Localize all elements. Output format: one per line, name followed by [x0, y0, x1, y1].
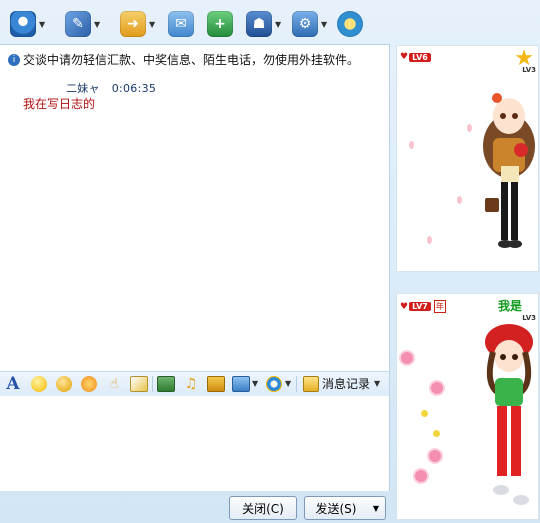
chevron-down-icon[interactable]: ▼ — [39, 20, 45, 29]
petal — [409, 141, 414, 149]
create-group-button[interactable]: + — [207, 9, 233, 39]
chevron-down-icon[interactable]: ▼ — [252, 379, 258, 388]
divider — [296, 376, 297, 392]
chevron-down-icon[interactable]: ▼ — [374, 379, 380, 388]
chevron-down-icon[interactable]: ▼ — [149, 20, 155, 29]
picture-icon — [157, 376, 175, 392]
send-file-icon: ➜ — [120, 11, 146, 37]
info-icon: i — [8, 53, 20, 66]
message-time: 0:06:35 — [111, 82, 157, 95]
doodle-icon — [81, 376, 97, 392]
webcam-icon — [10, 11, 36, 37]
divider — [152, 376, 153, 392]
screenshot-button[interactable] — [232, 375, 250, 393]
chevron-down-icon[interactable]: ▼ — [275, 20, 281, 29]
dot-decoration — [421, 410, 428, 417]
gift-icon — [207, 376, 225, 392]
scribble-button[interactable] — [130, 375, 148, 393]
contact-avatar-panel[interactable]: ♥ LV6 ★ LV3 — [396, 45, 539, 272]
font-button[interactable]: A — [4, 374, 22, 394]
message-header: 二妹ャ 0:06:35 — [66, 80, 156, 96]
action-bar: 关闭(C) 发送(S) ▼ — [0, 492, 390, 523]
music-button[interactable]: ♫ — [182, 375, 200, 393]
remote-assist-button[interactable] — [337, 9, 363, 39]
self-avatar-panel[interactable]: ♥ LV7 年 我是 LV3 — [396, 293, 539, 520]
flower-decoration — [431, 382, 443, 394]
petal — [457, 196, 462, 204]
chevron-down-icon[interactable]: ▼ — [285, 379, 291, 388]
chevron-down-icon[interactable]: ▼ — [321, 20, 327, 29]
flower-decoration — [401, 352, 413, 364]
history-label: 消息记录 — [322, 377, 371, 391]
avatar-figure — [483, 93, 535, 248]
send-button[interactable]: 发送(S) — [304, 496, 368, 520]
message-sender: 二妹ャ — [66, 82, 100, 95]
create-group-icon: + — [207, 11, 233, 37]
dot-decoration — [433, 430, 440, 437]
notice-text: 交谈中请勿轻信汇款、中奖信息、陌生电话，勿使用外挂软件。 — [23, 53, 360, 67]
webcam-button[interactable]: ▼ — [10, 9, 45, 39]
doodle-button[interactable] — [80, 375, 98, 393]
format-toolbar: A ☝ ♫ ▼ ▼ 消息记录 ▼ — [0, 371, 390, 396]
chat-history-area[interactable]: i 交谈中请勿轻信汇款、中奖信息、陌生电话，勿使用外挂软件。 二妹ャ 0:06:… — [0, 44, 390, 371]
gift-button[interactable] — [207, 375, 225, 393]
top-toolbar: ▼ ✎ ▼ ➜ ▼ ✉ + ☗ ▼ ⚙ ▼ — [0, 0, 390, 44]
send-file-button[interactable]: ➜ ▼ — [120, 9, 155, 39]
font-icon: A — [6, 374, 20, 394]
chevron-down-icon[interactable]: ▼ — [94, 20, 100, 29]
shake-button[interactable]: ☝ — [105, 375, 123, 393]
chevron-down-icon: ▼ — [372, 503, 380, 513]
image-button[interactable] — [157, 375, 175, 393]
chat-window: ▼ ✎ ▼ ➜ ▼ ✉ + ☗ ▼ ⚙ ▼ i 交谈中请勿轻信汇款、中奖信息、陌… — [0, 0, 540, 523]
emoticon-button[interactable] — [30, 375, 48, 393]
remote-icon — [337, 11, 363, 37]
music-note-icon: ♫ — [184, 376, 198, 392]
email-icon: ✉ — [168, 11, 194, 37]
email-button[interactable]: ✉ — [168, 9, 194, 39]
app-button[interactable]: ☗ ▼ — [246, 9, 281, 39]
soso-button[interactable] — [265, 375, 283, 393]
close-button[interactable]: 关闭(C) — [229, 496, 297, 520]
settings-button[interactable]: ⚙ ▼ — [292, 9, 327, 39]
soso-icon — [266, 376, 282, 392]
screenshot-icon — [232, 376, 250, 392]
petal — [427, 236, 432, 244]
flower-decoration — [429, 450, 441, 462]
security-notice: i 交谈中请勿轻信汇款、中奖信息、陌生电话，勿使用外挂软件。 — [8, 51, 359, 68]
microphone-button[interactable]: ✎ ▼ — [65, 9, 100, 39]
shake-icon: ☝ — [109, 376, 119, 392]
petal — [467, 124, 472, 132]
microphone-icon: ✎ — [65, 11, 91, 37]
history-icon — [303, 375, 319, 392]
pencil-icon — [130, 376, 148, 392]
avatar-figure — [485, 324, 533, 505]
message-text: 我在写日志的 — [23, 97, 96, 111]
send-options-button[interactable]: ▼ — [367, 496, 386, 520]
app-icon: ☗ — [246, 11, 272, 37]
magic-emoticon-button[interactable] — [55, 375, 73, 393]
magic-face-icon — [56, 376, 72, 392]
settings-icon: ⚙ — [292, 11, 318, 37]
message-history-button[interactable]: 消息记录 ▼ — [303, 375, 380, 392]
message-input[interactable] — [0, 396, 390, 491]
smiley-icon — [31, 376, 47, 392]
flower-decoration — [415, 470, 427, 482]
